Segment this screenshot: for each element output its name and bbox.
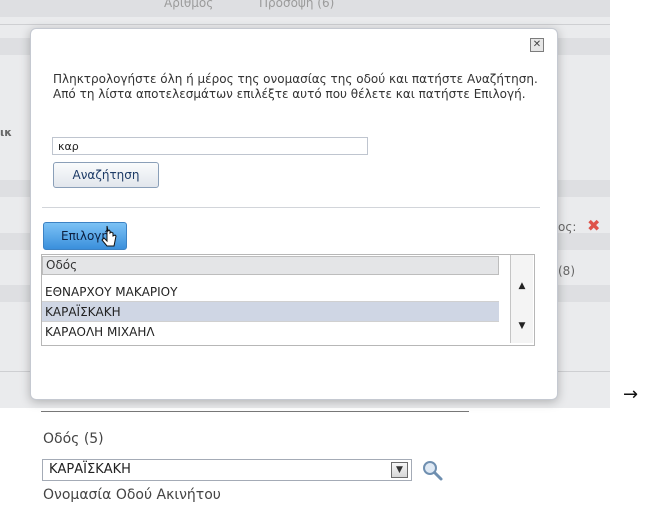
- magnifier-icon[interactable]: [420, 458, 444, 482]
- scroll-down-arrow-icon[interactable]: ▼: [511, 321, 533, 337]
- search-button[interactable]: Αναζήτηση: [53, 162, 159, 188]
- close-x-icon[interactable]: ✕: [530, 38, 544, 52]
- chevron-down-icon[interactable]: ▼: [391, 462, 408, 478]
- results-scrollbar[interactable]: ▲ ▼: [510, 255, 533, 343]
- street-combo[interactable]: ΚΑΡΑΪΣΚΑΚΗ: [42, 459, 412, 481]
- mouse-cursor-icon: [101, 225, 117, 247]
- search-button-label: Αναζήτηση: [72, 168, 140, 182]
- results-list-header: Οδός: [42, 256, 499, 275]
- street-field-label: Οδός (5): [43, 431, 104, 447]
- street-search-input[interactable]: καρ: [52, 137, 368, 155]
- list-item-selected[interactable]: ΚΑΡΑΪΣΚΑΚΗ: [42, 302, 499, 322]
- transition-arrow: →: [623, 384, 639, 405]
- dialog-instruction: Πληκτρολογήστε όλη ή μέρος της ονομασίας…: [53, 72, 538, 101]
- dialog-separator: [42, 207, 540, 208]
- form-divider: [41, 411, 469, 412]
- list-item[interactable]: ΕΘΝΑΡΧΟΥ ΜΑΚΑΡΙΟΥ: [42, 282, 499, 302]
- street-name-field-label: Ονομασία Οδού Ακινήτου: [43, 487, 221, 503]
- list-item[interactable]: ΚΑΡΑΟΛΗ ΜΙΧΑΗΛ: [42, 322, 499, 342]
- scroll-up-arrow-icon[interactable]: ▲: [511, 281, 533, 297]
